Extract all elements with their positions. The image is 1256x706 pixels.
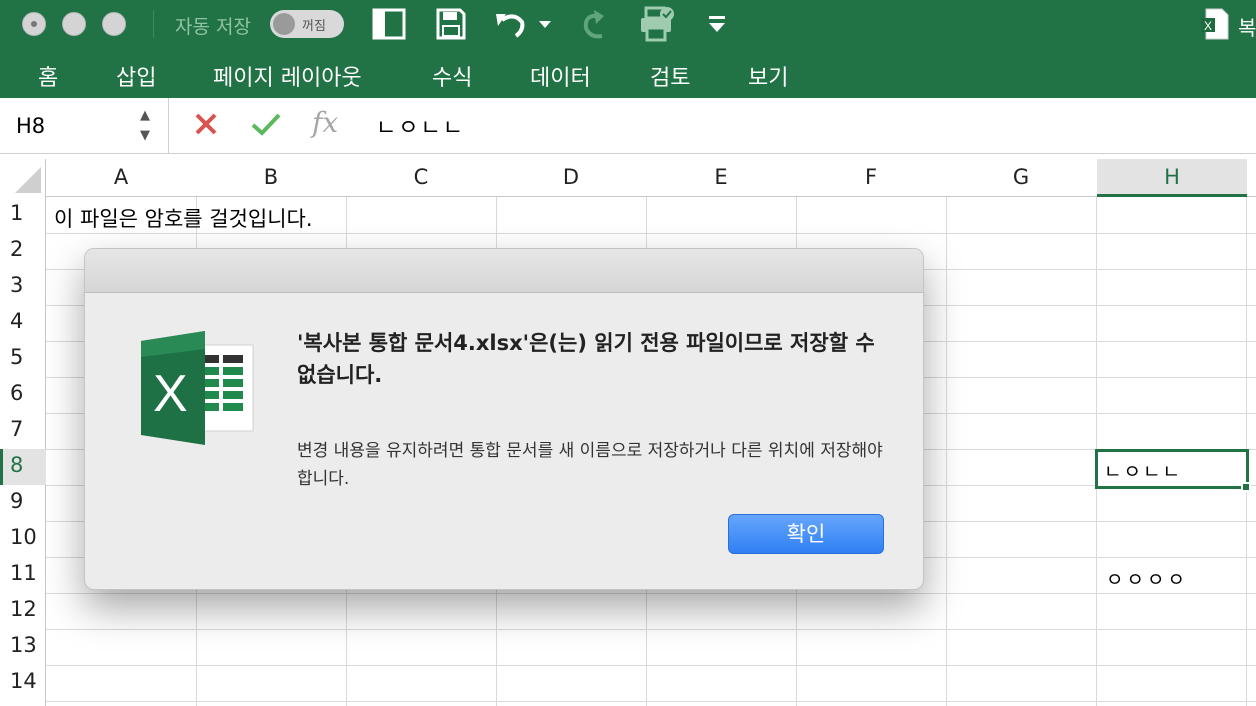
row-header-3[interactable]: 3 [0, 273, 46, 305]
row-header-2[interactable]: 2 [0, 237, 46, 269]
gridline [0, 593, 1256, 594]
formula-bar: H8 ▲ ▼ fx ㄴㅇㄴㄴ [0, 98, 1256, 154]
name-box-stepper-icon[interactable]: ▲ ▼ [140, 106, 150, 146]
dialog-title: '복사본 통합 문서4.xlsx'은(는) 읽기 전용 파일이므로 저장할 수 … [297, 331, 875, 387]
svg-text:X: X [153, 365, 188, 423]
sidebar-toggle-icon[interactable] [372, 6, 406, 42]
zoom-window-button[interactable] [102, 12, 126, 36]
row-header-12[interactable]: 12 [0, 597, 46, 629]
redo-icon [580, 6, 610, 42]
column-header-g[interactable]: G [946, 165, 1096, 189]
confirm-check-icon[interactable] [250, 110, 282, 142]
dialog-message: 변경 내용을 유지하려면 통합 문서를 새 이름으로 저장하거나 다른 위치에 … [297, 441, 883, 489]
insert-function-icon[interactable]: fx [312, 106, 338, 139]
select-all-button[interactable] [0, 159, 46, 197]
column-header-e[interactable]: E [646, 165, 796, 189]
save-icon[interactable] [436, 6, 466, 42]
cell-a1[interactable]: 이 파일은 암호를 걸것입니다. [54, 203, 313, 233]
minimize-window-button[interactable] [62, 12, 86, 36]
customize-toolbar-icon[interactable] [706, 6, 728, 42]
tab-formulas[interactable]: 수식 [432, 60, 472, 92]
close-window-button[interactable] [22, 12, 46, 36]
row-header-5[interactable]: 5 [0, 345, 46, 377]
undo-icon[interactable] [494, 6, 528, 42]
cancel-icon[interactable] [192, 110, 220, 142]
tab-data[interactable]: 데이터 [530, 60, 591, 92]
autosave-toggle[interactable]: 꺼짐 [270, 10, 344, 38]
gridline [0, 701, 1256, 702]
undo-dropdown-icon[interactable] [538, 6, 552, 42]
row-header-11[interactable]: 11 [0, 561, 46, 593]
tab-view[interactable]: 보기 [748, 60, 788, 92]
tab-home[interactable]: 홈 [38, 60, 58, 92]
excel-document-icon: X [1200, 8, 1230, 44]
formula-bar-separator [168, 98, 169, 154]
gridline [1246, 159, 1247, 706]
row-header-1[interactable]: 1 [0, 201, 46, 233]
row-header-8[interactable]: 8 [0, 449, 46, 485]
autosave-toggle-state: 꺼짐 [302, 19, 326, 34]
tab-page-layout[interactable]: 페이지 레이아웃 [213, 60, 362, 92]
row-header-10[interactable]: 10 [0, 525, 46, 557]
column-header-c[interactable]: C [346, 165, 496, 189]
column-header-d[interactable]: D [496, 165, 646, 189]
cell-h8[interactable]: ㄴㅇㄴㄴ [1104, 457, 1182, 484]
row-header-7[interactable]: 7 [0, 417, 46, 449]
gridline [0, 629, 1256, 630]
read-only-save-dialog: X '복사본 통합 문서4.xlsx'은(는) 읽기 전용 파일이므로 저장할 … [84, 248, 924, 590]
excel-app-icon: X [137, 329, 257, 451]
tab-insert[interactable]: 삽입 [116, 60, 156, 92]
row-header-6[interactable]: 6 [0, 381, 46, 413]
column-header-f[interactable]: F [796, 165, 946, 189]
ok-button[interactable]: 확인 [728, 514, 884, 554]
document-title: 복 [1238, 16, 1256, 40]
fill-handle[interactable] [1241, 482, 1251, 492]
title-bar: 자동 저장 꺼짐 X 복 [0, 0, 1256, 50]
row-header-9[interactable]: 9 [0, 489, 46, 521]
print-icon[interactable] [638, 6, 678, 42]
gridline [0, 233, 1256, 234]
dialog-title-bar [85, 249, 923, 293]
formula-input[interactable]: ㄴㅇㄴㄴ [376, 110, 465, 142]
column-header-a[interactable]: A [46, 165, 196, 189]
row-header-4[interactable]: 4 [0, 309, 46, 341]
autosave-label: 자동 저장 [175, 16, 251, 38]
autosave-toggle-knob [273, 13, 295, 35]
svg-text:X: X [1204, 19, 1212, 33]
gridline [1096, 159, 1097, 706]
row-header-13[interactable]: 13 [0, 633, 46, 665]
cell-h11[interactable]: ㅇㅇㅇㅇ [1106, 565, 1188, 592]
gridline [946, 159, 947, 706]
gridline [0, 665, 1256, 666]
name-box[interactable]: H8 [16, 114, 45, 138]
column-header-h[interactable]: H [1097, 165, 1247, 189]
ribbon-tabs: 홈 삽입 페이지 레이아웃 수식 데이터 검토 보기 [0, 50, 1256, 98]
titlebar-separator [153, 10, 154, 38]
tab-review[interactable]: 검토 [650, 60, 690, 92]
column-header-b[interactable]: B [196, 165, 346, 189]
row-header-14[interactable]: 14 [0, 669, 46, 701]
